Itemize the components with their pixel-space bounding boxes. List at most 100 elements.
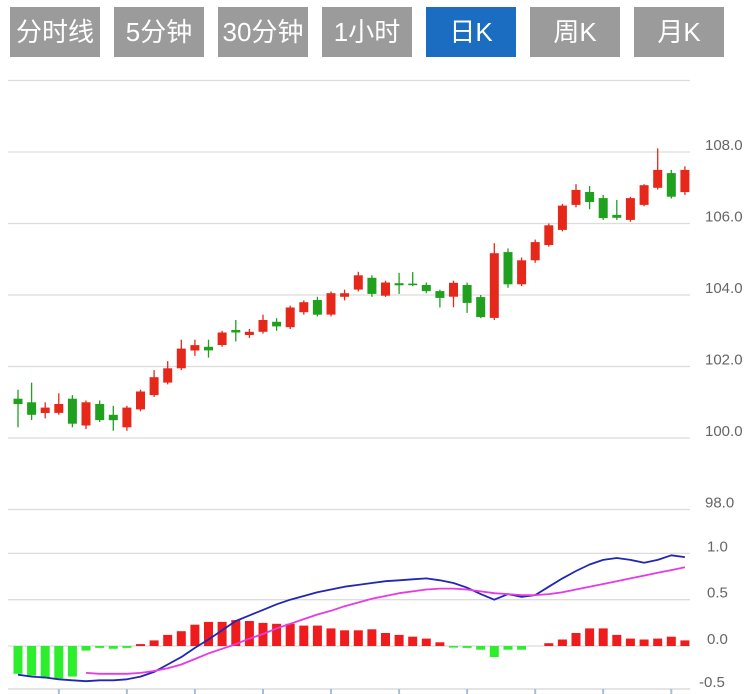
- macd-histogram-bar: [299, 626, 308, 646]
- macd-histogram-bar: [150, 640, 159, 646]
- candle-body: [463, 285, 472, 303]
- candle-body: [612, 215, 621, 218]
- macd-histogram-bar: [218, 622, 227, 646]
- candle-body: [640, 185, 649, 205]
- candle-body: [517, 260, 526, 284]
- candle-body: [218, 333, 227, 346]
- period-button-timeline[interactable]: 分时线: [10, 7, 100, 57]
- macd-histogram-bar: [544, 643, 553, 646]
- period-button-1hour[interactable]: 1小时: [322, 7, 412, 57]
- kline-chart: 108.0106.0104.0102.0100.098.01.00.50.0-0…: [0, 0, 755, 694]
- candle-body: [95, 404, 104, 420]
- candle-body: [122, 408, 131, 428]
- macd-histogram-bar: [354, 630, 363, 646]
- macd-histogram-bar: [95, 646, 104, 648]
- macd-histogram-bar: [395, 635, 404, 646]
- macd-histogram-bar: [340, 630, 349, 646]
- period-button-30min[interactable]: 30分钟: [218, 7, 308, 57]
- macd-histogram-bar: [435, 642, 444, 646]
- macd-histogram-bar: [177, 631, 186, 646]
- macd-histogram-bar: [327, 628, 336, 646]
- macd-histogram-bar: [14, 646, 23, 674]
- macd-histogram-bar: [286, 624, 295, 646]
- price-axis-label: 102.0: [705, 352, 743, 369]
- kline-app: 分时线 5分钟 30分钟 1小时 日K 周K 月K 108.0106.0104.…: [0, 0, 755, 694]
- macd-histogram-bar: [54, 646, 63, 678]
- candle-body: [41, 408, 50, 413]
- macd-histogram-bar: [476, 646, 485, 650]
- macd-histogram-bar: [667, 637, 676, 646]
- macd-histogram-bar: [640, 640, 649, 647]
- macd-histogram-bar: [190, 625, 199, 646]
- candle-body: [177, 349, 186, 369]
- candle-body: [163, 368, 172, 382]
- period-button-weekly[interactable]: 周K: [530, 7, 620, 57]
- candle-body: [313, 300, 322, 315]
- candle-body: [136, 392, 145, 410]
- macd-axis-label: 0.5: [707, 585, 728, 602]
- candle-body: [408, 284, 417, 286]
- macd-histogram-bar: [599, 628, 608, 646]
- candle-body: [504, 252, 513, 284]
- candle-body: [367, 278, 376, 294]
- macd-histogram-bar: [82, 646, 91, 651]
- macd-histogram-bar: [27, 646, 36, 676]
- dea-line: [86, 567, 685, 674]
- candle-body: [544, 225, 553, 245]
- macd-histogram-bar: [463, 646, 472, 648]
- period-button-monthly[interactable]: 月K: [634, 7, 724, 57]
- candle-body: [190, 345, 199, 350]
- price-axis-label: 100.0: [705, 423, 743, 440]
- macd-axis-label: -0.5: [699, 674, 725, 691]
- candle-body: [354, 275, 363, 289]
- macd-histogram-bar: [381, 633, 390, 646]
- candle-body: [680, 170, 689, 192]
- macd-histogram-bar: [612, 635, 621, 646]
- candle-body: [150, 377, 159, 395]
- candle-body: [82, 402, 91, 425]
- macd-histogram-bar: [504, 646, 513, 650]
- candle-body: [395, 283, 404, 285]
- candle-body: [422, 285, 431, 291]
- macd-histogram-bar: [680, 640, 689, 646]
- candle-body: [531, 242, 540, 260]
- candle-body: [272, 322, 281, 327]
- candle-body: [599, 198, 608, 218]
- candle-body: [572, 190, 581, 205]
- period-button-5min[interactable]: 5分钟: [114, 7, 204, 57]
- macd-histogram-bar: [517, 646, 526, 650]
- candle-body: [259, 320, 268, 332]
- macd-histogram-bar: [109, 646, 118, 649]
- macd-histogram-bar: [245, 621, 254, 646]
- period-toolbar: 分时线 5分钟 30分钟 1小时 日K 周K 月K: [10, 7, 724, 57]
- candle-body: [286, 308, 295, 328]
- macd-histogram-bar: [163, 635, 172, 646]
- macd-histogram-bar: [367, 629, 376, 646]
- macd-histogram-bar: [585, 628, 594, 646]
- candle-body: [585, 192, 594, 202]
- price-axis-label: 106.0: [705, 209, 743, 226]
- macd-histogram-bar: [41, 646, 50, 678]
- candle-body: [231, 330, 240, 333]
- price-axis-label: 98.0: [705, 495, 734, 512]
- candle-body: [381, 283, 390, 296]
- macd-histogram-bar: [653, 639, 662, 646]
- macd-histogram-bar: [572, 633, 581, 646]
- candle-body: [449, 283, 458, 297]
- candle-body: [299, 302, 308, 312]
- macd-histogram-bar: [313, 626, 322, 646]
- candle-body: [667, 173, 676, 197]
- candle-body: [626, 198, 635, 220]
- macd-histogram-bar: [490, 646, 499, 657]
- candle-body: [340, 293, 349, 297]
- macd-axis-label: 1.0: [707, 538, 728, 555]
- macd-histogram-bar: [122, 646, 131, 648]
- macd-axis-label: 0.0: [707, 631, 728, 648]
- candle-body: [68, 399, 77, 424]
- period-button-daily[interactable]: 日K: [426, 7, 516, 57]
- candle-body: [27, 402, 36, 415]
- macd-histogram-bar: [408, 637, 417, 646]
- macd-histogram-bar: [558, 640, 567, 647]
- candle-body: [435, 291, 444, 298]
- macd-histogram-bar: [136, 644, 145, 646]
